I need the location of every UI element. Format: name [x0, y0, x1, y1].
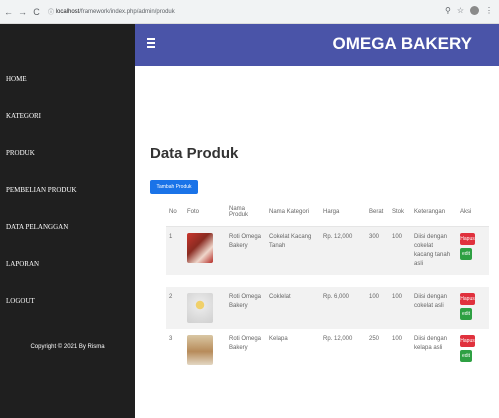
page-title: Data Produk [150, 145, 239, 162]
avatar[interactable] [470, 6, 479, 15]
cell-actions: Hapus edit [457, 286, 489, 329]
cell-name: Roti Omega Bakery [226, 286, 266, 329]
sidebar-item-home[interactable]: HOME [0, 60, 135, 97]
delete-button[interactable]: Hapus [460, 334, 475, 347]
zoom-icon[interactable]: ⚲ [445, 6, 451, 15]
cell-no: 3 [169, 335, 173, 342]
sidebar-item-logout[interactable]: LOGOUT [0, 282, 135, 319]
cell-weight: 300 [366, 226, 389, 275]
hamburger-menu-icon[interactable] [147, 38, 155, 50]
column-header: Nama Kategori [266, 198, 320, 227]
column-header: Berat [366, 198, 389, 227]
column-header: No [166, 198, 184, 227]
edit-button[interactable]: edit [460, 247, 472, 260]
add-product-button[interactable]: Tambah Produk [150, 180, 198, 194]
column-header: Harga [320, 198, 366, 227]
product-table: No Foto Nama Produk Nama Kategori Harga … [166, 198, 489, 371]
sidebar-item-data-pelanggan[interactable]: DATA PELANGGAN [0, 208, 135, 245]
column-header: Nama Produk [226, 198, 266, 227]
cell-desc: Diisi dengan kelapa asli [414, 335, 448, 351]
table-row [166, 275, 489, 287]
sidebar-item-pembelian-produk[interactable]: PEMBELIAN PRODUK [0, 171, 135, 208]
top-header: OMEGA BAKERY [135, 24, 499, 66]
cell-category: Kelapa [269, 335, 288, 342]
delete-button[interactable]: Hapus [460, 292, 475, 305]
cell-no: 1 [166, 226, 184, 275]
delete-button[interactable]: Hapus [460, 232, 475, 245]
column-header: Aksi [457, 198, 489, 227]
cell-stock: 100 [389, 226, 411, 275]
product-photo [187, 232, 213, 263]
menu-dots-icon[interactable]: ⋮ [485, 6, 493, 15]
table-row: 2 Roti Omega Bakery Coklelat Rp. 6,000 1… [166, 286, 489, 329]
sidebar-item-produk[interactable]: PRODUK [0, 134, 135, 171]
edit-button[interactable]: edit [460, 307, 472, 320]
cell-name: Roti Omega Bakery [226, 226, 266, 275]
cell-actions: Hapus edit [457, 329, 489, 371]
sidebar: HOME KATEGORI PRODUK PEMBELIAN PRODUK DA… [0, 24, 135, 418]
cell-weight: 100 [366, 286, 389, 329]
cell-stock: 100 [389, 286, 411, 329]
column-header: Stok [389, 198, 411, 227]
cell-price: Rp. 12,000 [323, 335, 353, 342]
reload-icon[interactable]: C [31, 7, 42, 17]
cell-price: Rp. 12,000 [320, 226, 366, 275]
edit-button[interactable]: edit [460, 349, 472, 362]
product-photo [187, 292, 213, 323]
cell-stock: 100 [392, 335, 403, 342]
cell-photo [184, 226, 226, 275]
browser-toolbar: ← → C ⓘ localhost /framework/index.php/a… [0, 0, 499, 24]
info-icon: ⓘ [48, 10, 56, 16]
sidebar-item-kategori[interactable]: KATEGORI [0, 97, 135, 134]
row-spacer [166, 275, 489, 287]
table-row: 1 Roti Omega Bakery Cokelat Kacang Tanah… [166, 226, 489, 275]
cell-weight: 250 [369, 335, 380, 342]
brand-title: OMEGA BAKERY [332, 34, 472, 53]
address-bar[interactable]: ⓘ localhost /framework/index.php/admin/p… [48, 7, 175, 17]
cell-photo [184, 286, 226, 329]
column-header: Foto [184, 198, 226, 227]
cell-photo [184, 329, 226, 371]
url-path: /framework/index.php/admin/produk [79, 8, 175, 15]
cell-desc: Diisi dengan cokelat kacang tanah asli [411, 226, 457, 275]
table-header-row: No Foto Nama Produk Nama Kategori Harga … [166, 198, 489, 227]
cell-no: 2 [166, 286, 184, 329]
cell-category: Cokelat Kacang Tanah [266, 226, 320, 275]
cell-actions: Hapus edit [457, 226, 489, 275]
sidebar-item-laporan[interactable]: LAPORAN [0, 245, 135, 282]
url-host: localhost [55, 8, 80, 15]
copyright-text: Copyright © 2021 By Risma [30, 344, 105, 350]
cell-price: Rp. 6,000 [320, 286, 366, 329]
forward-arrow-icon[interactable]: → [17, 7, 28, 17]
column-header: Keterangan [411, 198, 457, 227]
bookmark-star-icon[interactable]: ☆ [457, 6, 464, 15]
table-row: 3 Roti Omega Bakery Kelapa Rp. 12,000 25… [166, 329, 489, 371]
product-photo [187, 334, 213, 365]
back-arrow-icon[interactable]: ← [3, 7, 14, 17]
cell-name: Roti Omega Bakery [229, 335, 262, 351]
cell-desc: Diisi dengan cokelat asli [411, 286, 457, 329]
cell-category: Coklelat [266, 286, 320, 329]
